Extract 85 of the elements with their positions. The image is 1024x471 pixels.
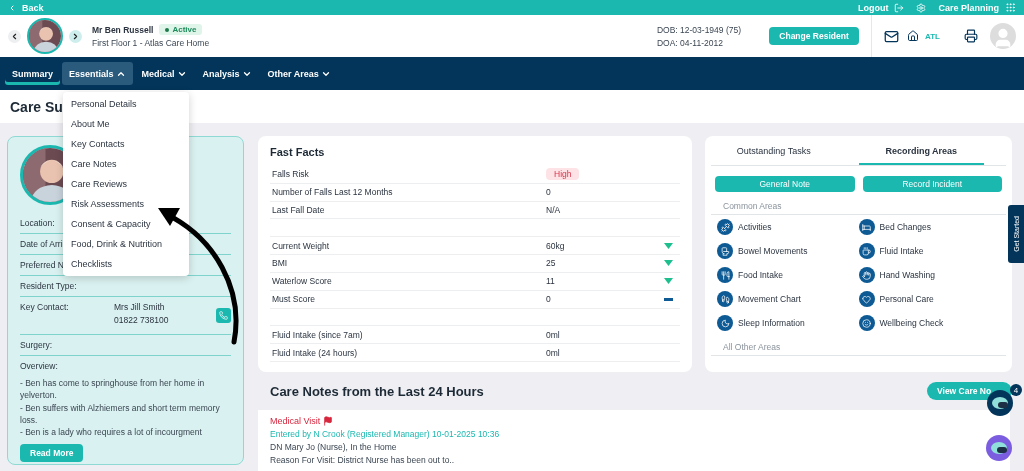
area-icon[interactable] xyxy=(858,243,875,259)
area-link[interactable]: Personal Care xyxy=(879,294,934,304)
flag-icon xyxy=(323,416,334,426)
note-author: Entered by N Crook (Registered Manager) 10-01-2025 10:36 xyxy=(270,429,501,439)
area-link[interactable]: Activities xyxy=(738,222,772,232)
resident-location: First Floor 1 - Atlas Care Home xyxy=(92,38,210,48)
overview-text: - Ben suffers with Alzhiemers and short term memory loss. xyxy=(20,401,221,427)
field-label: Surgery: xyxy=(20,340,53,350)
area-icon[interactable] xyxy=(717,219,733,235)
field-label: Date of Arri xyxy=(20,239,63,249)
menu-item[interactable]: Key Contacts xyxy=(63,134,189,154)
risk-badge: High xyxy=(546,168,580,181)
area-icon[interactable] xyxy=(858,267,875,283)
area-icon[interactable] xyxy=(858,219,875,235)
area-icon[interactable] xyxy=(717,267,733,283)
notification-count: 4 xyxy=(1010,384,1022,396)
area-link[interactable]: Food Intake xyxy=(738,270,783,280)
print-icon[interactable] xyxy=(964,29,978,43)
field-label: Preferred N xyxy=(20,260,64,270)
fact-value: 0ml xyxy=(546,329,561,340)
fact-label: Waterlow Score xyxy=(272,276,333,287)
nav-tab[interactable]: Medical xyxy=(134,62,194,85)
nav-tab[interactable]: Essentials xyxy=(62,62,133,85)
fact-value: 0 xyxy=(546,187,552,198)
fact-label: Must Score xyxy=(272,294,316,305)
area-link[interactable]: Fluid Intake xyxy=(879,246,924,256)
menu-item[interactable]: Consent & Capacity xyxy=(63,214,189,234)
note-title: Medical Visit xyxy=(270,416,321,426)
fact-label: Last Fall Date xyxy=(272,205,326,216)
fact-value: 0ml xyxy=(546,347,561,358)
card-title: Fast Facts xyxy=(270,146,326,158)
fact-label: Fluid Intake (since 7am) xyxy=(272,329,364,340)
date-of-admission: DOA: 04-11-2012 xyxy=(656,37,724,48)
area-link[interactable]: Sleep Information xyxy=(738,318,805,328)
field-label: Resident Type: xyxy=(20,281,77,291)
area-icon[interactable] xyxy=(717,243,733,259)
area-icon[interactable] xyxy=(858,291,875,307)
nav-tab[interactable]: Summary xyxy=(5,62,61,85)
nav-tab[interactable]: Analysis xyxy=(195,62,259,85)
field-label: Location: xyxy=(20,218,55,228)
fact-value: 25 xyxy=(546,258,557,269)
menu-item[interactable]: Risk Assessments xyxy=(63,194,189,214)
menu-item[interactable]: Checklists xyxy=(63,254,189,274)
menu-item[interactable]: Personal Details xyxy=(63,94,189,114)
overview-text: - Ben has come to springhouse from her home in yelverton. xyxy=(20,377,206,402)
section-label: All Other Areas xyxy=(711,337,1006,356)
note-text: Reason For Visit: District Nurse has been out to.. xyxy=(270,455,456,465)
status-badge: Active xyxy=(159,24,203,35)
area-link[interactable]: Bed Changes xyxy=(879,222,931,232)
section-label: Common Areas xyxy=(711,196,1006,215)
fact-label: Number of Falls Last 12 Months xyxy=(272,187,394,198)
resident-name: Mr Ben Russell xyxy=(92,24,154,35)
area-link[interactable]: Hand Washing xyxy=(879,270,935,280)
area-icon[interactable] xyxy=(717,291,733,307)
menu-item[interactable]: Food, Drink & Nutrition xyxy=(63,234,189,254)
menu-item[interactable]: About Me xyxy=(63,114,189,134)
area-link[interactable]: Movement Chart xyxy=(738,294,801,304)
page-title: Care Su xyxy=(10,98,63,115)
area-icon[interactable] xyxy=(717,315,733,331)
fact-value: 11 xyxy=(546,276,556,287)
fact-label: Current Weight xyxy=(272,240,330,251)
tab[interactable]: Recording Areas xyxy=(858,136,984,165)
area-link[interactable]: Bowel Movements xyxy=(738,246,808,256)
field-label: Key Contact: xyxy=(20,302,69,312)
home-icon[interactable] xyxy=(907,30,920,42)
tab[interactable]: Outstanding Tasks xyxy=(711,136,837,165)
menu-item[interactable]: Care Notes xyxy=(63,154,189,174)
nav-tab[interactable]: Other Areas xyxy=(260,62,338,85)
menu-item[interactable]: Care Reviews xyxy=(63,174,189,194)
date-of-birth: DOB: 12-03-1949 (75) xyxy=(656,24,742,35)
field-label: Overview: xyxy=(20,361,58,371)
area-icon[interactable] xyxy=(858,315,875,331)
contact-phone: 01822 738100 xyxy=(114,315,170,325)
fact-label: Fluid Intake (24 hours) xyxy=(272,347,359,358)
note-text: DN Mary Jo (Nurse), In the Home xyxy=(270,442,398,452)
contact-name: Mrs Jill Smith xyxy=(114,302,166,312)
fact-label: BMI xyxy=(272,258,289,269)
mail-icon[interactable] xyxy=(884,28,900,44)
overview-text: - Ben is a lady who requires a lot of incourgment xyxy=(20,426,203,439)
fact-value: 0 xyxy=(546,294,552,305)
area-link[interactable]: Wellbeing Check xyxy=(879,318,944,328)
fact-value: N/A xyxy=(546,205,562,216)
fact-label: Falls Risk xyxy=(272,169,310,180)
section-title: Care Notes from the Last 24 Hours xyxy=(270,383,484,399)
fact-value: 60kg xyxy=(546,240,566,251)
